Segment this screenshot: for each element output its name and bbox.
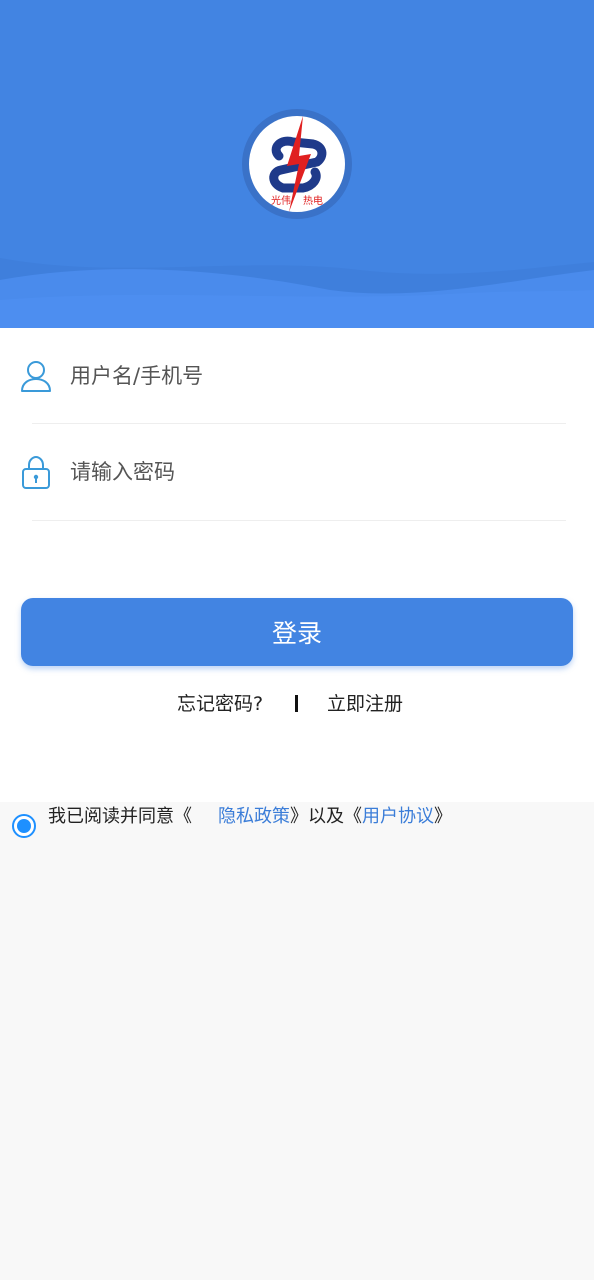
- logo-text-right: 热电: [303, 194, 323, 207]
- user-icon: [21, 361, 51, 392]
- login-button[interactable]: 登录: [21, 598, 573, 666]
- password-field: [0, 424, 594, 520]
- lock-icon: [22, 455, 50, 489]
- agreement-middle: 》以及《: [290, 806, 362, 827]
- user-agreement-link[interactable]: 用户协议: [362, 806, 434, 827]
- agreement-prefix: 我已阅读并同意《: [48, 806, 192, 827]
- agreement-suffix: 》: [434, 806, 452, 827]
- privacy-policy-link[interactable]: 隐私政策: [218, 806, 290, 827]
- password-input[interactable]: [70, 452, 550, 492]
- register-link[interactable]: 立即注册: [327, 688, 403, 720]
- username-field: [0, 328, 594, 424]
- logo-text-left: 光伟: [271, 194, 291, 207]
- forgot-password-link[interactable]: 忘记密码?: [177, 688, 263, 720]
- header-waves: [0, 258, 594, 328]
- login-form: 登录 忘记密码? 立即注册: [0, 328, 594, 802]
- header-banner: 光伟 热电: [0, 0, 594, 328]
- agreement-radio[interactable]: [12, 814, 36, 838]
- link-separator: [295, 695, 298, 712]
- password-divider: [32, 520, 566, 521]
- login-page: 光伟 热电 登录 忘记密码? 立即注册: [0, 0, 594, 1280]
- account-links: 忘记密码? 立即注册: [0, 688, 594, 720]
- company-logo: 光伟 热电: [242, 109, 352, 219]
- agreement-text: 我已阅读并同意《 隐私政策》以及《用户协议》: [48, 802, 452, 832]
- username-input[interactable]: [70, 356, 550, 396]
- agreement-row: 我已阅读并同意《 隐私政策》以及《用户协议》: [0, 802, 594, 842]
